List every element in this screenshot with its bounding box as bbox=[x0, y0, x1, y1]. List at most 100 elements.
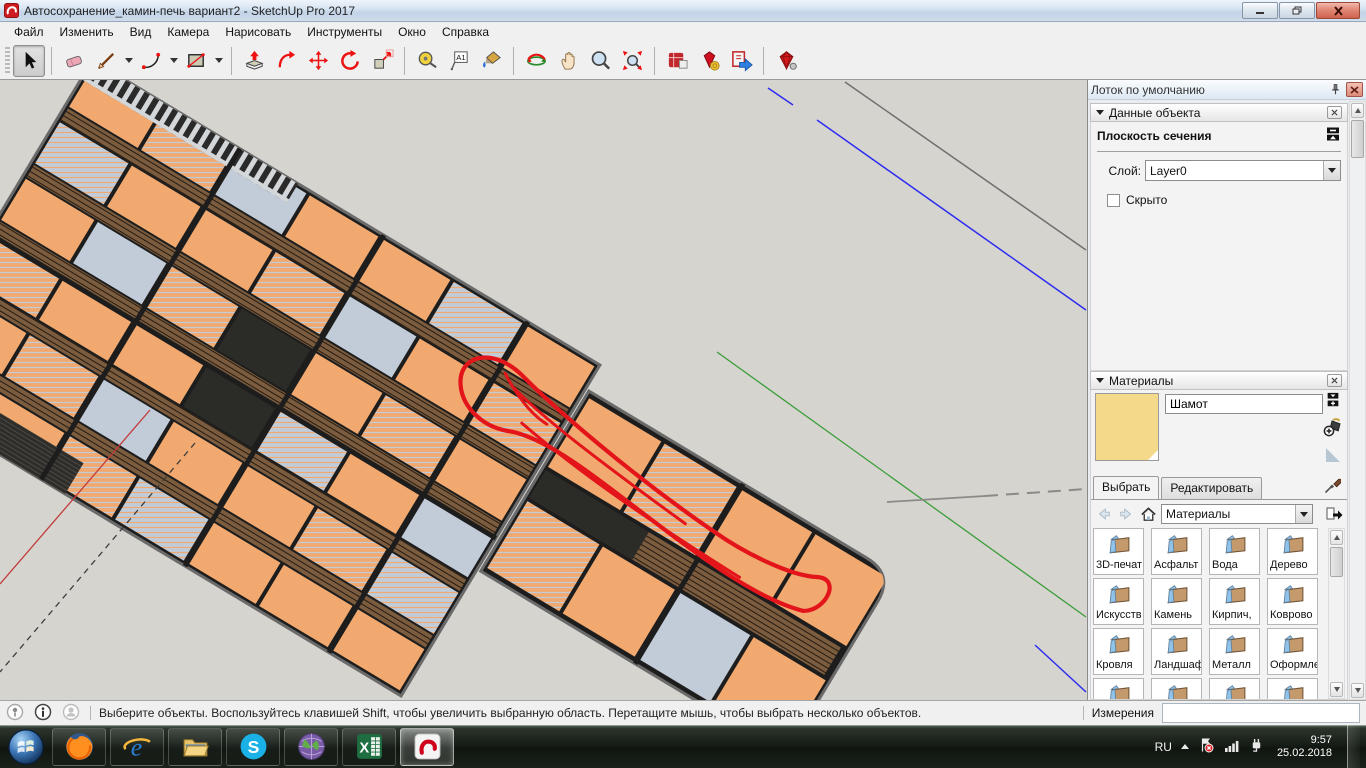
tool-rubyconsole-button[interactable] bbox=[770, 45, 802, 77]
tool-move-button[interactable] bbox=[302, 45, 334, 77]
material-folder[interactable] bbox=[1151, 678, 1202, 699]
back-button[interactable] bbox=[1095, 505, 1113, 523]
tool-exportimage-button[interactable] bbox=[725, 45, 757, 77]
signin-icon[interactable] bbox=[62, 703, 80, 724]
toggle-details-icon[interactable] bbox=[1325, 126, 1341, 145]
tool-followme-button[interactable] bbox=[270, 45, 302, 77]
hidden-checkbox[interactable] bbox=[1107, 194, 1120, 207]
collection-combobox[interactable]: Материалы bbox=[1161, 504, 1313, 524]
entity-info-close-button[interactable] bbox=[1327, 106, 1342, 119]
tool-pan-button[interactable] bbox=[552, 45, 584, 77]
tool-zoomextents-button[interactable] bbox=[616, 45, 648, 77]
entity-info-header[interactable]: Данные объекта bbox=[1090, 103, 1348, 122]
menu-item-6[interactable]: Окно bbox=[390, 23, 434, 41]
geolocation-icon[interactable] bbox=[6, 703, 24, 724]
taskbar-app-excel[interactable]: X bbox=[342, 728, 396, 766]
scroll-thumb[interactable] bbox=[1330, 547, 1343, 577]
material-folder[interactable]: Асфальт bbox=[1151, 528, 1202, 575]
menu-item-4[interactable]: Нарисовать bbox=[217, 23, 299, 41]
create-material-icon[interactable] bbox=[1323, 417, 1343, 440]
material-folder[interactable]: 3D-печат bbox=[1093, 528, 1144, 575]
toolbar-grip[interactable] bbox=[5, 47, 10, 75]
restore-button[interactable] bbox=[1279, 2, 1315, 19]
tool-zoom-button[interactable] bbox=[584, 45, 616, 77]
tool-arc-dropdown[interactable] bbox=[167, 45, 180, 77]
minimize-button[interactable] bbox=[1242, 2, 1278, 19]
material-folder[interactable]: Камень bbox=[1151, 578, 1202, 625]
tool-select-button[interactable] bbox=[13, 45, 45, 77]
tab-select[interactable]: Выбрать bbox=[1093, 476, 1159, 499]
power-icon[interactable] bbox=[1249, 738, 1264, 756]
tool-scale-button[interactable] bbox=[366, 45, 398, 77]
tool-text-button[interactable]: A1 bbox=[443, 45, 475, 77]
menu-item-2[interactable]: Вид bbox=[122, 23, 160, 41]
network-icon[interactable] bbox=[1224, 738, 1240, 756]
menu-item-5[interactable]: Инструменты bbox=[299, 23, 390, 41]
scroll-up-icon[interactable] bbox=[1351, 103, 1364, 118]
material-folder[interactable]: Оформле bbox=[1267, 628, 1318, 675]
menu-item-1[interactable]: Изменить bbox=[52, 23, 122, 41]
materials-grid-scrollbar[interactable] bbox=[1328, 528, 1345, 699]
tool-orbit-button[interactable] bbox=[520, 45, 552, 77]
default-material-icon[interactable] bbox=[1324, 446, 1342, 467]
taskbar-app-firefox[interactable] bbox=[52, 728, 106, 766]
tool-arc-button[interactable] bbox=[135, 45, 167, 77]
tool-stylebuilder-button[interactable] bbox=[693, 45, 725, 77]
taskbar-app-ie[interactable]: e bbox=[110, 728, 164, 766]
tab-edit[interactable]: Редактировать bbox=[1161, 477, 1262, 499]
tool-rectangle-button[interactable] bbox=[180, 45, 212, 77]
layer-combobox[interactable]: Layer0 bbox=[1145, 160, 1341, 181]
material-folder[interactable] bbox=[1093, 678, 1144, 699]
collection-dropdown-arrow[interactable] bbox=[1295, 505, 1312, 523]
show-desktop-button[interactable] bbox=[1347, 725, 1360, 768]
layer-dropdown-arrow[interactable] bbox=[1323, 161, 1340, 180]
material-folder[interactable]: Коврово bbox=[1267, 578, 1318, 625]
hidden-icons-chevron[interactable] bbox=[1181, 744, 1189, 749]
home-button[interactable] bbox=[1139, 505, 1157, 523]
menu-item-3[interactable]: Камера bbox=[159, 23, 217, 41]
scroll-down-icon[interactable] bbox=[1351, 683, 1364, 698]
sample-paint-icon[interactable] bbox=[1323, 477, 1341, 498]
material-folder[interactable]: Вода bbox=[1209, 528, 1260, 575]
scroll-thumb[interactable] bbox=[1351, 120, 1364, 158]
display-pane-icon[interactable] bbox=[1325, 392, 1341, 411]
materials-close-button[interactable] bbox=[1327, 374, 1342, 387]
tray-close-button[interactable] bbox=[1346, 82, 1363, 97]
material-folder[interactable] bbox=[1267, 678, 1318, 699]
menu-item-0[interactable]: Файл bbox=[6, 23, 52, 41]
viewport-canvas[interactable] bbox=[0, 80, 1087, 700]
close-button[interactable] bbox=[1316, 2, 1360, 19]
credits-icon[interactable] bbox=[34, 703, 52, 724]
material-folder[interactable] bbox=[1209, 678, 1260, 699]
material-folder[interactable]: Дерево bbox=[1267, 528, 1318, 575]
material-folder[interactable]: Кровля bbox=[1093, 628, 1144, 675]
tray-header[interactable]: Лоток по умолчанию bbox=[1088, 80, 1366, 100]
tool-paint-button[interactable] bbox=[475, 45, 507, 77]
scroll-down-icon[interactable] bbox=[1330, 682, 1343, 697]
material-folder[interactable]: Металл bbox=[1209, 628, 1260, 675]
materials-header[interactable]: Материалы bbox=[1090, 371, 1348, 390]
tool-line-button[interactable] bbox=[90, 45, 122, 77]
tool-eraser-button[interactable] bbox=[58, 45, 90, 77]
material-folder[interactable]: Кирпич, bbox=[1209, 578, 1260, 625]
taskbar-app-explorer[interactable] bbox=[168, 728, 222, 766]
menu-item-7[interactable]: Справка bbox=[434, 23, 497, 41]
material-name-input[interactable] bbox=[1165, 394, 1323, 414]
scroll-up-icon[interactable] bbox=[1330, 530, 1343, 545]
tool-sendlayout-button[interactable] bbox=[661, 45, 693, 77]
tool-pushpull-button[interactable] bbox=[238, 45, 270, 77]
material-folder[interactable]: Искусств bbox=[1093, 578, 1144, 625]
taskbar-app-skype[interactable]: S bbox=[226, 728, 280, 766]
tool-line-dropdown[interactable] bbox=[122, 45, 135, 77]
pin-icon[interactable] bbox=[1327, 82, 1343, 97]
taskbar-app-globe[interactable] bbox=[284, 728, 338, 766]
start-button[interactable] bbox=[6, 727, 46, 767]
active-material-swatch[interactable] bbox=[1095, 393, 1159, 461]
tool-rotate-button[interactable] bbox=[334, 45, 366, 77]
tool-rectangle-dropdown[interactable] bbox=[212, 45, 225, 77]
taskbar-app-sketchup[interactable] bbox=[400, 728, 454, 766]
action-center-icon[interactable] bbox=[1198, 737, 1215, 756]
tray-scrollbar[interactable] bbox=[1349, 101, 1366, 700]
forward-button[interactable] bbox=[1117, 505, 1135, 523]
clock[interactable]: 9:57 25.02.2018 bbox=[1273, 734, 1332, 760]
